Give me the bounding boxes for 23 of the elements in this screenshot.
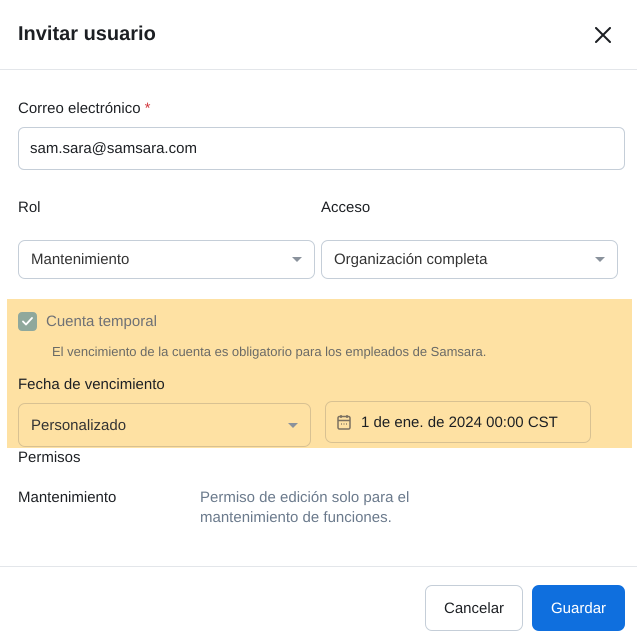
expiry-label: Fecha de vencimiento: [18, 375, 165, 395]
helper-text: El vencimiento de la cuenta es obligatorio para los empleados de Samsara.: [52, 343, 486, 360]
access-label: Acceso: [321, 198, 370, 218]
permissions-heading: Permisos: [18, 448, 81, 468]
permission-description: Permiso de edición solo para el mantenimiento de funciones.: [200, 488, 410, 528]
caret-icon: [288, 422, 298, 428]
calendar-icon: [337, 414, 351, 430]
access-select[interactable]: Organización completa: [321, 240, 618, 279]
save-button[interactable]: Guardar: [532, 585, 625, 631]
caret-icon: [292, 257, 302, 262]
email-label: Correo electrónico: [18, 99, 141, 119]
role-label: Rol: [18, 198, 41, 218]
checkbox-label: Cuenta temporal: [46, 313, 157, 330]
checkmark-icon: [22, 317, 33, 326]
caret-icon: [595, 257, 605, 262]
cancel-button[interactable]: Cancelar: [425, 585, 523, 631]
close-icon: [595, 26, 611, 42]
permission-role: Mantenimiento: [18, 488, 118, 508]
email-field[interactable]: sam.sara@samsara.com: [18, 127, 625, 170]
dialog-title: Invitar usuario: [18, 23, 156, 46]
role-select[interactable]: Mantenimiento: [18, 240, 315, 279]
required-mark: *: [144, 99, 150, 119]
close-button[interactable]: [594, 26, 612, 44]
